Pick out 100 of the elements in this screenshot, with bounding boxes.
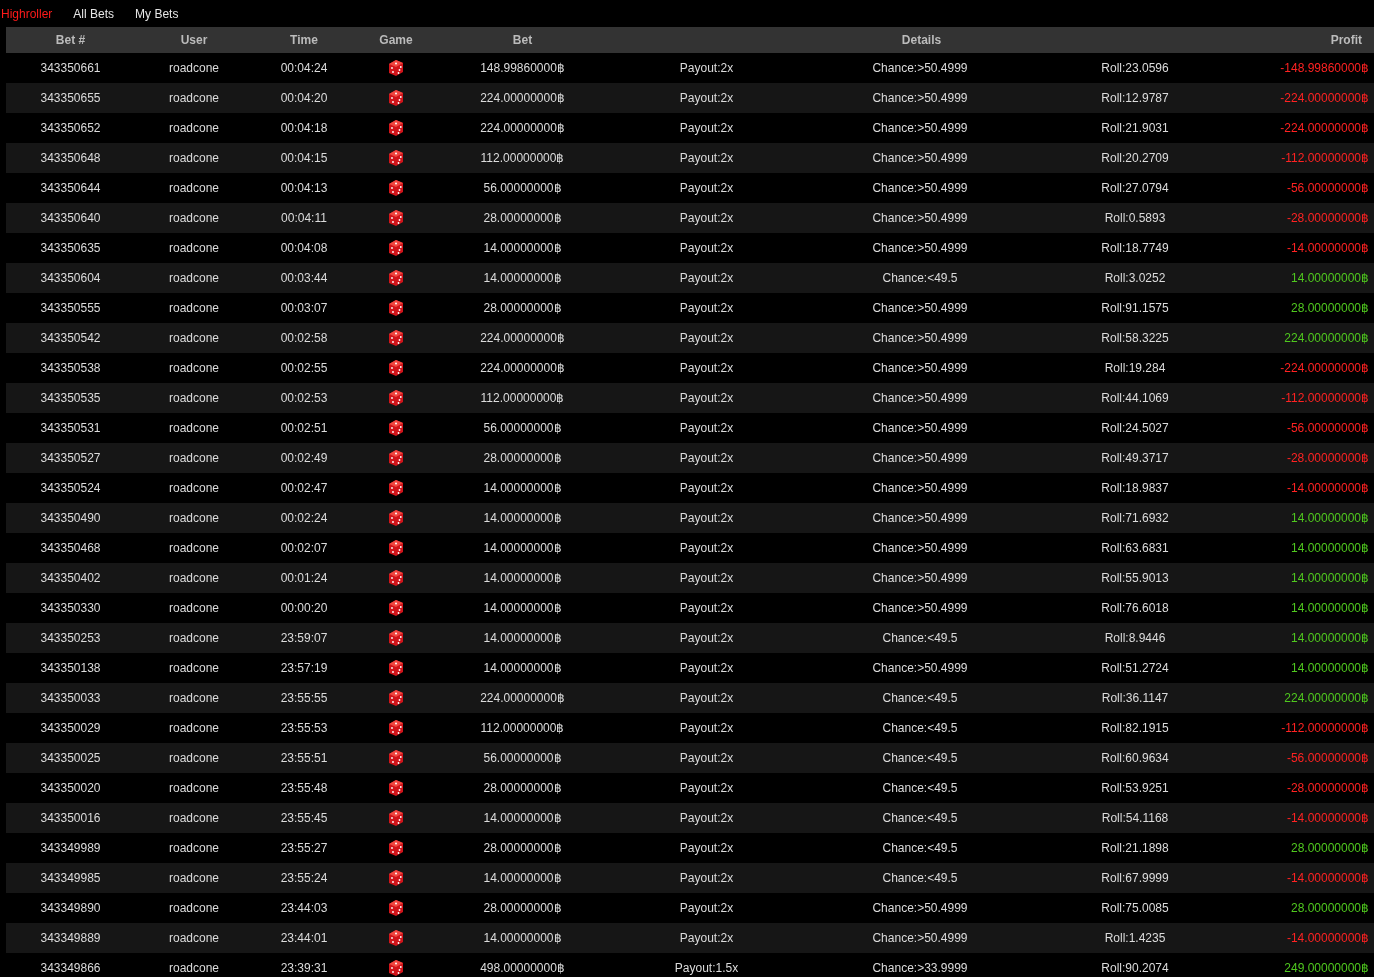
tab[interactable]: All Bets	[73, 6, 136, 21]
table-cell: 343349989	[6, 833, 135, 863]
table-cell: roadcone	[135, 473, 253, 503]
table-cell: -224.00000000฿	[1235, 353, 1374, 383]
table-cell: Roll:49.3717	[1035, 443, 1236, 473]
table-cell: 343350468	[6, 533, 135, 563]
column-header: Profit	[1235, 27, 1374, 53]
table-cell: -56.00000000฿	[1235, 413, 1374, 443]
table-cell: roadcone	[135, 233, 253, 263]
table-cell: -28.00000000฿	[1235, 773, 1374, 803]
table-cell: Payout:2x	[608, 833, 805, 863]
table-cell: roadcone	[135, 833, 253, 863]
table-cell: -14.00000000฿	[1235, 233, 1374, 263]
table-cell: Chance:<49.5	[805, 833, 1035, 863]
dice-icon	[386, 568, 406, 588]
table-cell: roadcone	[135, 953, 253, 977]
table-cell: 224.00000000฿	[1235, 683, 1374, 713]
table-cell: 56.00000000฿	[437, 173, 608, 203]
table-cell: 00:04:20	[253, 83, 355, 113]
table-cell: 23:55:45	[253, 803, 355, 833]
table-cell: Payout:2x	[608, 863, 805, 893]
table-cell: Payout:2x	[608, 593, 805, 623]
table-cell: 343350542	[6, 323, 135, 353]
tab[interactable]: My Bets	[135, 6, 200, 21]
table-cell: Roll:21.9031	[1035, 113, 1236, 143]
table-cell: 343350527	[6, 443, 135, 473]
dice-icon	[386, 808, 406, 828]
table-cell: 343350655	[6, 83, 135, 113]
dice-icon	[386, 478, 406, 498]
table-cell: Payout:2x	[608, 743, 805, 773]
table-cell: 224.00000000฿	[437, 113, 608, 143]
table-cell: 14.00000000฿	[1235, 653, 1374, 683]
table-cell: 343350652	[6, 113, 135, 143]
table-cell: 343350025	[6, 743, 135, 773]
dice-icon	[386, 658, 406, 678]
dice-icon	[386, 538, 406, 558]
table-cell: 56.00000000฿	[437, 743, 608, 773]
table-cell: -28.00000000฿	[1235, 443, 1374, 473]
table-cell: roadcone	[135, 293, 253, 323]
table-cell: Payout:2x	[608, 353, 805, 383]
dice-icon	[386, 928, 406, 948]
table-cell: Roll:82.1915	[1035, 713, 1236, 743]
table-cell: Roll:71.6932	[1035, 503, 1236, 533]
table-cell: 343350016	[6, 803, 135, 833]
tab[interactable]: Highroller	[1, 6, 74, 21]
table-cell: Roll:18.9837	[1035, 473, 1236, 503]
table-cell: Chance:>50.4999	[805, 653, 1035, 683]
table-cell: roadcone	[135, 623, 253, 653]
table-cell: 00:02:47	[253, 473, 355, 503]
table-cell: 343349866	[6, 953, 135, 977]
table-cell: 00:01:24	[253, 563, 355, 593]
table-cell: 14.00000000฿	[437, 533, 608, 563]
table-cell: 23:55:27	[253, 833, 355, 863]
dice-icon	[386, 628, 406, 648]
table-cell: 14.00000000฿	[1235, 593, 1374, 623]
table-cell: 28.00000000฿	[437, 203, 608, 233]
dice-icon	[386, 238, 406, 258]
table-cell: -112.00000000฿	[1235, 713, 1374, 743]
table-cell: Roll:27.0794	[1035, 173, 1236, 203]
table-cell: 14.00000000฿	[437, 563, 608, 593]
table-cell: 28.00000000฿	[437, 893, 608, 923]
table-cell: 343350531	[6, 413, 135, 443]
table-cell: Roll:1.4235	[1035, 923, 1236, 953]
table-cell: roadcone	[135, 863, 253, 893]
table-cell: Roll:44.1069	[1035, 383, 1236, 413]
table-cell: roadcone	[135, 83, 253, 113]
table-cell: 343350330	[6, 593, 135, 623]
table-cell: Payout:2x	[608, 113, 805, 143]
table-cell: 00:02:55	[253, 353, 355, 383]
table-cell: 00:04:15	[253, 143, 355, 173]
table-cell: Payout:2x	[608, 923, 805, 953]
table-cell: 00:04:24	[253, 53, 355, 83]
table-cell: Chance:>33.9999	[805, 953, 1035, 977]
table-cell: Roll:90.2074	[1035, 953, 1236, 977]
table-cell: Chance:>50.4999	[805, 83, 1035, 113]
table-cell: 00:04:18	[253, 113, 355, 143]
column-header: Bet	[437, 27, 608, 53]
table-cell: Roll:3.0252	[1035, 263, 1236, 293]
table-cell: Roll:24.5027	[1035, 413, 1236, 443]
table-cell: roadcone	[135, 503, 253, 533]
table-cell: Payout:2x	[608, 383, 805, 413]
table-cell: 343349889	[6, 923, 135, 953]
dice-icon	[386, 508, 406, 528]
table-cell: 343350635	[6, 233, 135, 263]
table-cell: Payout:2x	[608, 203, 805, 233]
table-cell: Chance:>50.4999	[805, 383, 1035, 413]
dice-icon	[386, 958, 406, 977]
table-cell: roadcone	[135, 593, 253, 623]
dice-icon	[386, 358, 406, 378]
table-cell: 224.00000000฿	[1235, 323, 1374, 353]
table-cell: roadcone	[135, 143, 253, 173]
dice-icon	[386, 598, 406, 618]
table-cell: 14.00000000฿	[437, 803, 608, 833]
dice-icon	[386, 148, 406, 168]
table-cell: 23:57:19	[253, 653, 355, 683]
table-cell: Roll:0.5893	[1035, 203, 1236, 233]
table-cell: roadcone	[135, 323, 253, 353]
table-cell: 28.00000000฿	[437, 773, 608, 803]
table-cell: 343350020	[6, 773, 135, 803]
table-cell: roadcone	[135, 203, 253, 233]
